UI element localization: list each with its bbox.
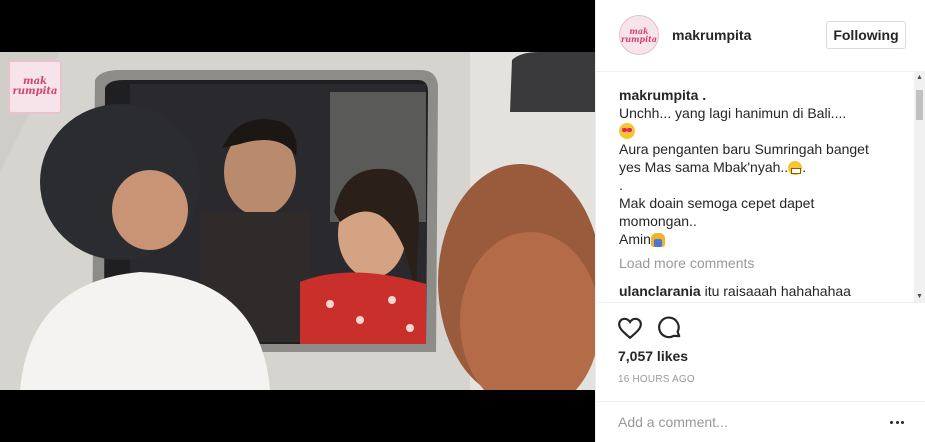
photo-illustration — [0, 52, 595, 390]
caption-line: . — [619, 177, 623, 193]
avatar[interactable]: mak rumpita — [619, 15, 659, 55]
post-media: mak rumpita — [0, 0, 595, 442]
post-timestamp[interactable]: 16 HOURS AGO — [618, 374, 695, 385]
load-more-comments-link[interactable]: Load more comments — [619, 254, 911, 272]
comments-list: makrumpita . Unchh... yang lagi hanimun … — [619, 86, 911, 302]
caption-line: Mak doain semoga cepet dapet — [619, 195, 815, 211]
scroll-down-arrow-icon[interactable]: ▼ — [914, 291, 925, 302]
comment-bubble-icon[interactable] — [657, 315, 683, 341]
caption-line: momongan.. — [619, 213, 697, 229]
heart-eyes-emoji — [619, 123, 635, 139]
caption-line-text: yes Mas sama Mbak'nyah.. — [619, 159, 789, 175]
avatar-line-2: rumpita — [620, 34, 657, 44]
post-photo[interactable]: mak rumpita — [0, 52, 595, 390]
grinning-emoji — [788, 161, 803, 175]
add-comment-input[interactable] — [618, 412, 878, 432]
watermark-line-2: rumpita — [12, 86, 58, 97]
comment-username[interactable]: ulanclarania — [619, 283, 701, 299]
scroll-up-arrow-icon[interactable]: ▲ — [914, 72, 925, 83]
caption-line-with-emoji: Amin — [619, 230, 911, 248]
caption-line: Unchh... yang lagi hanimun di Bali.... — [619, 105, 847, 121]
brand-watermark: mak rumpita — [8, 60, 62, 114]
heart-icon[interactable] — [617, 315, 643, 341]
post-author-username[interactable]: makrumpita — [672, 27, 751, 43]
add-comment-bar — [595, 401, 925, 442]
caption-username[interactable]: makrumpita . — [619, 86, 911, 104]
caption-line-with-emoji: yes Mas sama Mbak'nyah... — [619, 159, 807, 175]
post-header: mak rumpita makrumpita Following — [596, 0, 925, 72]
likes-count[interactable]: 7,057 likes — [618, 348, 688, 364]
caption-emoji-line — [619, 122, 911, 140]
post-actions: 7,057 likes 16 HOURS AGO — [595, 302, 925, 442]
caption-line: Aura penganten baru Sumringah banget — [619, 141, 869, 157]
following-button[interactable]: Following — [826, 21, 906, 49]
comment-text: itu raisaaah hahahahaa — [704, 283, 851, 299]
scrollbar-thumb[interactable] — [916, 90, 923, 120]
comments-scrollbar[interactable]: ▲ ▼ — [914, 72, 925, 302]
list-item: ulanclarania itu raisaaah hahahahaa — [619, 282, 911, 300]
caption-line-text: Amin — [619, 231, 651, 247]
more-options-icon[interactable] — [887, 412, 907, 432]
praying-emoji — [650, 233, 665, 247]
